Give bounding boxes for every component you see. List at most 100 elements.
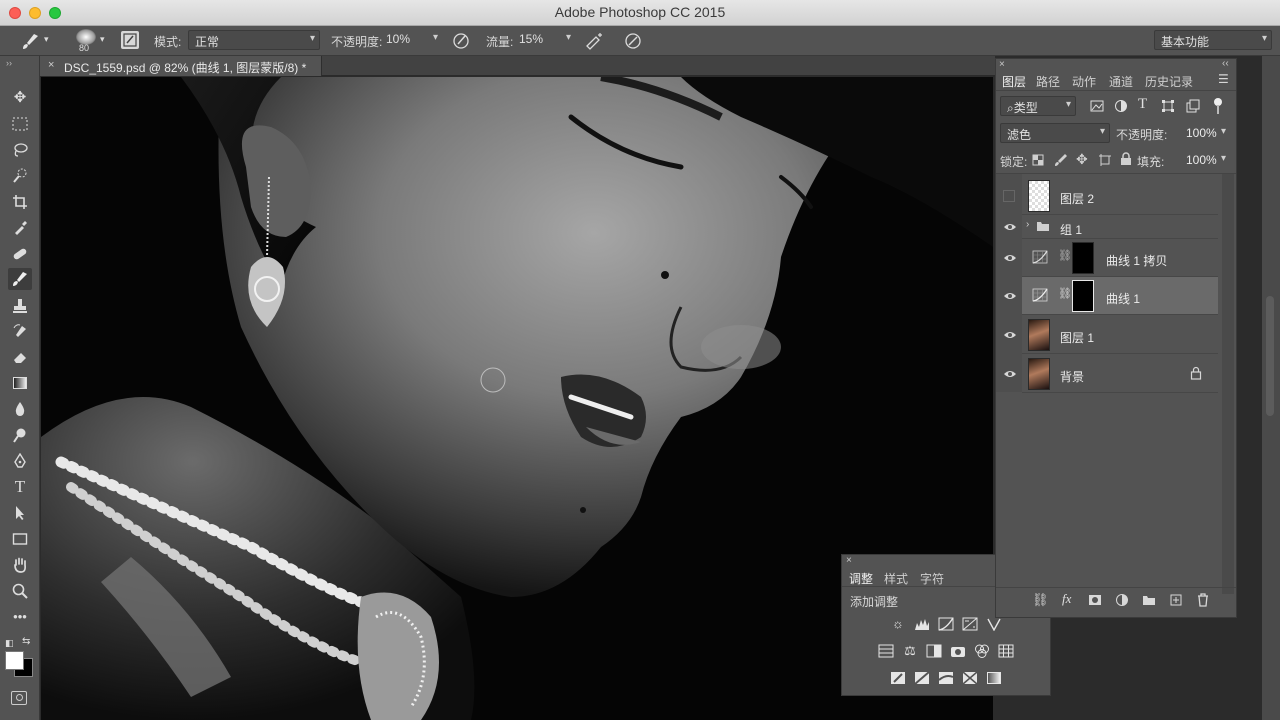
close-panel-icon[interactable]: × bbox=[846, 555, 852, 566]
threshold-icon[interactable] bbox=[938, 671, 954, 685]
photo-filter-icon[interactable] bbox=[950, 644, 966, 658]
hue-saturation-icon[interactable] bbox=[878, 644, 894, 658]
layer-row-selected[interactable]: ⛓ 曲线 1 bbox=[1022, 277, 1218, 315]
document-tab[interactable]: × DSC_1559.psd @ 82% (曲线 1, 图层蒙版/8) * bbox=[40, 56, 322, 76]
brush-tool-icon[interactable] bbox=[8, 268, 32, 290]
posterize-icon[interactable] bbox=[914, 671, 930, 685]
tab-history[interactable]: 历史记录 bbox=[1145, 73, 1193, 90]
healing-brush-tool-icon[interactable] bbox=[8, 243, 32, 265]
panel-menu-icon[interactable]: ☰ bbox=[1218, 72, 1229, 86]
color-balance-icon[interactable]: ⚖ bbox=[902, 644, 918, 658]
more-tools-icon[interactable]: ••• bbox=[8, 606, 32, 628]
crop-tool-icon[interactable] bbox=[8, 191, 32, 213]
tab-paths[interactable]: 路径 bbox=[1036, 73, 1060, 90]
history-brush-tool-icon[interactable] bbox=[8, 321, 32, 343]
quick-mask-icon[interactable] bbox=[11, 691, 27, 705]
brush-panel-toggle-icon[interactable] bbox=[121, 31, 139, 49]
new-adjustment-layer-icon[interactable] bbox=[1115, 593, 1129, 607]
brightness-contrast-icon[interactable]: ☼ bbox=[890, 617, 906, 631]
lock-all-icon[interactable] bbox=[1120, 152, 1132, 166]
default-colors-icon[interactable]: ◧ bbox=[5, 638, 14, 649]
tab-character[interactable]: 字符 bbox=[920, 570, 944, 587]
filter-smart-object-icon[interactable] bbox=[1186, 99, 1200, 113]
tab-styles[interactable]: 样式 bbox=[884, 570, 908, 587]
tab-actions[interactable]: 动作 bbox=[1072, 73, 1096, 90]
chevron-down-icon[interactable]: ▾ bbox=[44, 34, 49, 45]
visibility-toggle-empty[interactable] bbox=[1003, 190, 1015, 202]
lock-position-icon[interactable]: ✥ bbox=[1076, 151, 1088, 168]
zoom-tool-icon[interactable] bbox=[8, 580, 32, 602]
layer-mask-thumbnail[interactable] bbox=[1072, 242, 1094, 274]
vibrance-icon[interactable] bbox=[986, 617, 1002, 632]
layer-mask-thumbnail[interactable] bbox=[1072, 280, 1094, 312]
hand-tool-icon[interactable] bbox=[8, 554, 32, 576]
lock-artboard-icon[interactable] bbox=[1098, 153, 1112, 167]
flow-input[interactable]: 15% ▾ bbox=[513, 30, 575, 50]
layer-row[interactable]: › 组 1 bbox=[1022, 215, 1218, 239]
chevron-right-icon[interactable]: › bbox=[1026, 219, 1029, 230]
tab-channels[interactable]: 通道 bbox=[1109, 73, 1133, 90]
layer-row[interactable]: ⛓ 曲线 1 拷贝 bbox=[1022, 239, 1218, 277]
color-lookup-icon[interactable] bbox=[998, 644, 1014, 658]
layer-row[interactable]: 图层 2 bbox=[1022, 177, 1218, 215]
filter-type-icon[interactable]: T bbox=[1138, 96, 1147, 113]
visibility-eye-icon[interactable] bbox=[1003, 330, 1017, 340]
airbrush-icon[interactable] bbox=[584, 32, 604, 50]
tab-adjustments[interactable]: 调整 bbox=[849, 570, 873, 587]
close-tab-icon[interactable]: × bbox=[48, 59, 54, 71]
layer-opacity-value[interactable]: 100% bbox=[1186, 126, 1217, 140]
quick-selection-tool-icon[interactable] bbox=[8, 165, 32, 187]
layer-row[interactable]: 背景 bbox=[1022, 355, 1218, 393]
close-panel-icon[interactable]: × bbox=[999, 59, 1005, 70]
black-white-icon[interactable] bbox=[926, 644, 942, 658]
channel-mixer-icon[interactable] bbox=[974, 644, 990, 658]
new-layer-icon[interactable] bbox=[1169, 593, 1183, 607]
path-selection-tool-icon[interactable] bbox=[8, 502, 32, 524]
scrollbar-thumb[interactable] bbox=[1266, 296, 1274, 416]
mask-link-icon[interactable]: ⛓ bbox=[1058, 249, 1072, 262]
rectangle-tool-icon[interactable] bbox=[8, 528, 32, 550]
curves-icon[interactable] bbox=[938, 617, 954, 631]
eraser-tool-icon[interactable] bbox=[8, 346, 32, 368]
exposure-icon[interactable] bbox=[962, 617, 978, 631]
add-mask-icon[interactable] bbox=[1088, 594, 1102, 606]
mask-link-icon[interactable]: ⛓ bbox=[1058, 287, 1072, 300]
fill-value[interactable]: 100% bbox=[1186, 153, 1217, 167]
levels-icon[interactable] bbox=[914, 617, 930, 631]
pressure-size-icon[interactable] bbox=[624, 32, 642, 50]
filter-shape-icon[interactable] bbox=[1161, 99, 1175, 113]
mode-select[interactable]: 正常 ▾ bbox=[188, 30, 320, 50]
lock-transparent-pixels-icon[interactable] bbox=[1032, 154, 1044, 166]
link-layers-icon[interactable]: ⛓ bbox=[1032, 592, 1049, 608]
layer-style-fx-icon[interactable]: fx bbox=[1062, 591, 1071, 607]
visibility-eye-icon[interactable] bbox=[1003, 369, 1017, 379]
lock-image-pixels-icon[interactable] bbox=[1054, 153, 1068, 167]
new-group-icon[interactable] bbox=[1142, 594, 1156, 606]
workspace-select[interactable]: 基本功能 ▾ bbox=[1154, 30, 1272, 50]
layer-row[interactable]: 图层 1 bbox=[1022, 316, 1218, 354]
filter-kind-select[interactable]: ⌕类型 ▾ bbox=[1000, 96, 1076, 116]
selective-color-icon[interactable] bbox=[962, 671, 978, 685]
eyedropper-tool-icon[interactable] bbox=[8, 217, 32, 239]
chevron-down-icon[interactable]: ▾ bbox=[1221, 153, 1226, 164]
type-tool-icon[interactable]: T bbox=[8, 476, 32, 498]
dodge-tool-icon[interactable] bbox=[8, 424, 32, 446]
chevron-down-icon[interactable]: ▾ bbox=[1221, 126, 1226, 137]
collapse-panel-icon[interactable]: ‹‹ bbox=[1222, 58, 1229, 69]
swap-colors-icon[interactable]: ⇆ bbox=[22, 636, 30, 647]
chevron-down-icon[interactable]: ▾ bbox=[100, 34, 105, 45]
visibility-eye-icon[interactable] bbox=[1003, 222, 1017, 232]
blur-tool-icon[interactable] bbox=[8, 398, 32, 420]
foreground-color-swatch[interactable] bbox=[5, 651, 24, 670]
brush-tool-icon[interactable] bbox=[20, 32, 40, 50]
collapse-toolbar-icon[interactable]: ›› bbox=[6, 58, 12, 68]
marquee-tool-icon[interactable] bbox=[8, 113, 32, 135]
clone-stamp-tool-icon[interactable] bbox=[8, 295, 32, 317]
filter-adjustment-icon[interactable] bbox=[1114, 99, 1128, 113]
move-tool-icon[interactable]: ✥ bbox=[8, 87, 32, 109]
tab-layers[interactable]: 图层 bbox=[1002, 73, 1026, 90]
gradient-map-icon[interactable] bbox=[986, 671, 1002, 685]
opacity-input[interactable]: 10% ▾ bbox=[380, 30, 442, 50]
visibility-eye-icon[interactable] bbox=[1003, 291, 1017, 301]
filter-pixel-icon[interactable] bbox=[1090, 100, 1104, 112]
